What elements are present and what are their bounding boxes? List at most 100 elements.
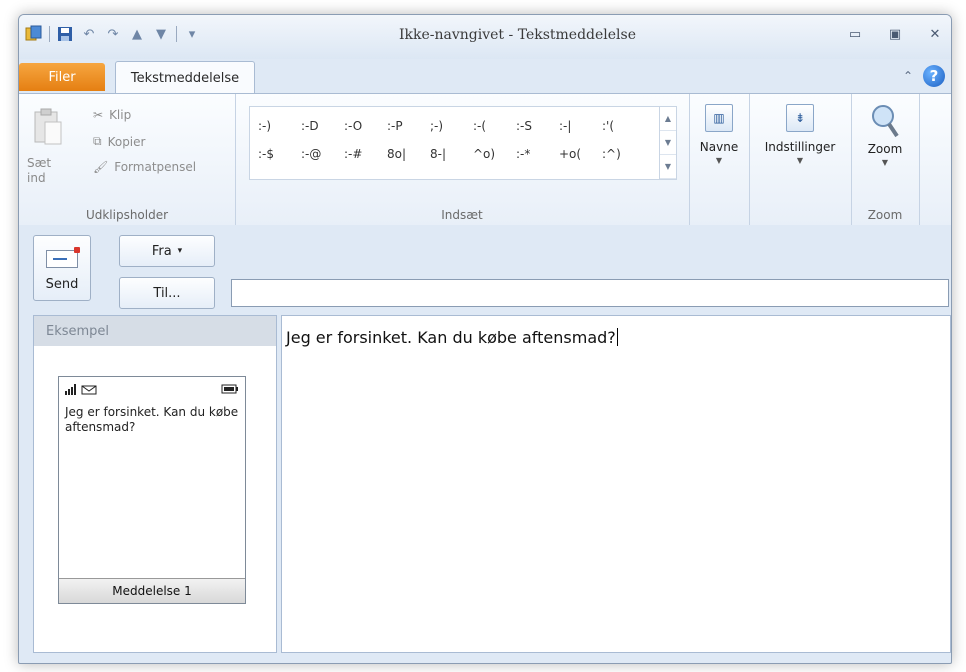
format-painter-button[interactable]: 🖌 Formatpensel: [93, 160, 196, 174]
magnifier-icon: [870, 104, 900, 138]
battery-icon: [221, 384, 239, 397]
names-group: ▥ Navne ▼: [689, 94, 750, 226]
copy-label: Kopier: [107, 134, 146, 149]
address-book-icon: ▥: [705, 104, 733, 132]
ribbon: Sæt ind ✂ Klip ⧉ Kopier 🖌 Formatpensel U…: [19, 93, 951, 227]
zoom-button[interactable]: Zoom ▼: [851, 104, 919, 167]
chevron-down-icon: ▼: [715, 156, 723, 165]
preview-title: Eksempel: [34, 316, 276, 346]
emoticon-item[interactable]: ^o): [473, 147, 516, 161]
message-body[interactable]: Jeg er forsinket. Kan du købe aftensmad?: [281, 315, 951, 653]
minimize-ribbon-icon[interactable]: ⌃: [903, 69, 913, 83]
message-text: Jeg er forsinket. Kan du købe aftensmad?: [286, 328, 616, 347]
names-label: Navne: [699, 140, 739, 154]
app-icon[interactable]: [25, 25, 43, 43]
emoticon-item[interactable]: 8o|: [387, 147, 430, 161]
settings-group: ⇟ Indstillinger ▼: [749, 94, 852, 226]
paste-button[interactable]: Sæt ind: [27, 156, 67, 186]
copy-icon: ⧉: [93, 134, 102, 148]
title-bar: ↶ ↷ ▲ ▼ ▾ Ikke-navngivet - Tekstmeddelel…: [19, 15, 951, 59]
emoticon-item[interactable]: :-*: [516, 147, 559, 161]
message-body-text[interactable]: Jeg er forsinket. Kan du købe aftensmad?: [286, 328, 618, 347]
zoom-group: Zoom ▼ Zoom: [851, 94, 920, 226]
preview-pane: Eksempel Jeg er forsinket. Kan du købe a…: [33, 315, 277, 653]
tab-text-message[interactable]: Tekstmeddelelse: [115, 61, 255, 94]
emoticon-item[interactable]: 8-|: [430, 147, 473, 161]
message-window: ↶ ↷ ▲ ▼ ▾ Ikke-navngivet - Tekstmeddelel…: [18, 14, 952, 664]
phone-preview: Jeg er forsinket. Kan du købe aftensmad?…: [58, 376, 246, 604]
preview-footer: Meddelelse 1: [59, 578, 245, 603]
emoticon-item[interactable]: :-#: [344, 147, 387, 161]
ribbon-tabs: Filer Tekstmeddelelse ⌃ ?: [19, 59, 951, 94]
names-button[interactable]: ▥ Navne ▼: [689, 104, 749, 165]
chevron-down-icon: ▼: [881, 158, 889, 167]
emoticon-item[interactable]: :^): [602, 147, 645, 161]
window-controls: ▭ ▣ ✕: [847, 27, 943, 42]
emoticon-item[interactable]: :-$: [258, 147, 301, 161]
chevron-down-icon: ▼: [796, 156, 804, 165]
send-icon: [46, 247, 80, 268]
emoticon-item[interactable]: :-O: [344, 119, 387, 133]
emoticon-item[interactable]: :-D: [301, 119, 344, 133]
window-title: Ikke-navngivet - Tekstmeddelelse: [399, 27, 637, 43]
brush-icon: 🖌: [93, 160, 109, 174]
paste-icon[interactable]: [33, 108, 63, 150]
to-button[interactable]: Til...: [119, 277, 215, 309]
scissors-icon: ✂: [93, 108, 104, 122]
phone-status-bar: [65, 383, 239, 397]
text-cursor: [616, 328, 618, 346]
to-field[interactable]: [231, 279, 949, 307]
from-button[interactable]: Fra ▾: [119, 235, 215, 267]
emoticon-item[interactable]: :-P: [387, 119, 430, 133]
send-button[interactable]: Send: [33, 235, 91, 301]
close-icon[interactable]: ✕: [927, 27, 943, 42]
undo-icon[interactable]: ↶: [80, 25, 98, 43]
gallery-more-icon[interactable]: ▼: [660, 155, 676, 179]
emoticon-item[interactable]: +o(: [559, 147, 602, 161]
ribbon-tools: ⌃ ?: [903, 65, 945, 87]
clipboard-group-label: Udklipsholder: [85, 208, 169, 222]
settings-label: Indstillinger: [764, 140, 836, 154]
zoom-label: Zoom: [867, 142, 903, 156]
insert-group-label: Indsæt: [441, 208, 483, 222]
tab-file[interactable]: Filer: [19, 63, 105, 91]
paste-label-line2: ind: [27, 171, 46, 185]
save-icon[interactable]: [56, 25, 74, 43]
signal-icon: [65, 383, 99, 398]
copy-button[interactable]: ⧉ Kopier: [93, 134, 145, 149]
emoticon-item[interactable]: :-): [258, 119, 301, 133]
emoticon-item[interactable]: ;-): [430, 119, 473, 133]
preview-message: Jeg er forsinket. Kan du købe aftensmad?: [65, 405, 239, 434]
settings-button[interactable]: ⇟ Indstillinger ▼: [749, 104, 851, 165]
settings-icon: ⇟: [786, 104, 814, 132]
zoom-group-label: Zoom: [867, 208, 903, 222]
cut-label: Klip: [109, 108, 132, 122]
emoticon-item[interactable]: :-(: [473, 119, 516, 133]
restore-icon[interactable]: ▣: [887, 27, 903, 42]
paste-label-line1: Sæt: [27, 156, 52, 170]
gallery-scrollbar[interactable]: ▲ ▼ ▼: [659, 107, 676, 179]
emoticon-item[interactable]: :-S: [516, 119, 559, 133]
clipboard-group: Sæt ind ✂ Klip ⧉ Kopier 🖌 Formatpensel U…: [19, 94, 236, 226]
emoticon-item[interactable]: :'(: [602, 119, 645, 133]
emoticon-gallery: :-):-D:-O:-P ;-):-(:-S:-|:'( :-$:-@:-# 8o| 8…: [249, 106, 677, 180]
help-icon[interactable]: ?: [923, 65, 945, 87]
send-label: Send: [45, 277, 79, 292]
gallery-down-icon[interactable]: ▼: [660, 131, 676, 155]
cut-button[interactable]: ✂ Klip: [93, 108, 131, 122]
up-arrow-icon[interactable]: ▲: [128, 25, 146, 43]
chevron-down-icon: ▾: [177, 246, 183, 256]
quick-access-toolbar: ↶ ↷ ▲ ▼ ▾: [25, 25, 201, 43]
emoticon-item[interactable]: :-|: [559, 119, 602, 133]
gallery-up-icon[interactable]: ▲: [660, 107, 676, 131]
down-arrow-icon[interactable]: ▼: [152, 25, 170, 43]
toolbar-separator: [176, 26, 177, 42]
from-label: Fra: [151, 243, 172, 259]
customize-icon[interactable]: ▾: [183, 25, 201, 43]
format-painter-label: Formatpensel: [114, 160, 197, 174]
insert-group: :-):-D:-O:-P ;-):-(:-S:-|:'( :-$:-@:-# 8o| 8…: [235, 94, 690, 226]
emoticon-item[interactable]: :-@: [301, 147, 344, 161]
toolbar-separator: [49, 26, 50, 42]
minimize-icon[interactable]: ▭: [847, 27, 863, 42]
redo-icon[interactable]: ↷: [104, 25, 122, 43]
